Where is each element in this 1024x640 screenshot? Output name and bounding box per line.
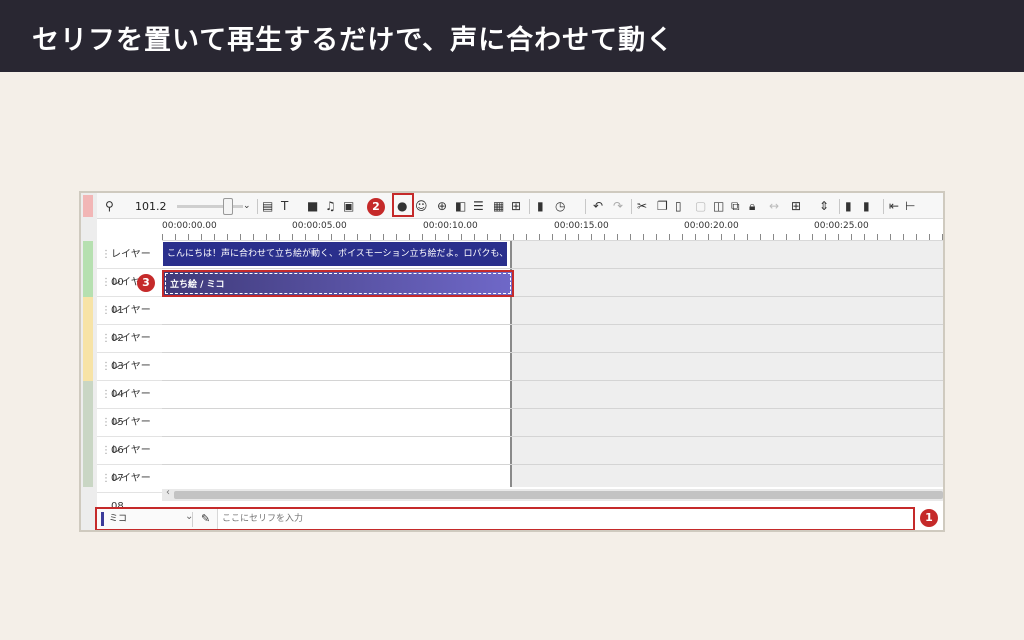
link-icon: ↔ <box>769 199 780 213</box>
toolbar-separator <box>585 199 586 214</box>
zoom-value: 101.2 <box>135 200 167 213</box>
track-divider <box>162 464 943 465</box>
table-icon[interactable]: ⊞ <box>791 198 801 214</box>
layer-label[interactable]: レイヤー 06 <box>97 409 162 456</box>
track-divider <box>162 324 943 325</box>
music-icon[interactable]: ♫ <box>325 198 336 214</box>
track-divider <box>162 380 943 381</box>
chevron-down-icon[interactable]: ⌄ <box>243 198 251 214</box>
slide-title: セリフを置いて再生するだけで、声に合わせて動く <box>32 25 675 56</box>
split-icon[interactable]: ◫ <box>713 198 724 214</box>
scrollbar-thumb[interactable] <box>174 491 943 499</box>
strip-segment <box>83 241 93 297</box>
chevron-down-icon[interactable]: ⌄ <box>185 511 193 522</box>
ruler-label: 00:00:25.00 <box>814 221 869 231</box>
video-icon[interactable]: ■ <box>307 198 318 214</box>
layer-label[interactable]: レイヤー 05 <box>97 381 162 428</box>
toolbar-separator <box>631 199 632 214</box>
toolbar-separator <box>839 199 840 214</box>
strip-segment <box>83 297 93 381</box>
grid-icon[interactable]: ⊞ <box>511 198 521 214</box>
expand-icon[interactable]: ⊢ <box>905 198 915 214</box>
paste-icon[interactable]: ▯ <box>675 198 682 214</box>
callout-one: 1 <box>920 509 938 527</box>
ruler-label: 00:00:15.00 <box>554 221 609 231</box>
horizontal-scrollbar[interactable]: ‹ <box>162 487 943 501</box>
toolbar-separator <box>529 199 530 214</box>
timeline-tracks[interactable]: こんにちは！声に合わせて立ち絵が動く、ボイスモーション立ち絵だよ。ロパクも、まば… <box>162 241 943 487</box>
comment-icon[interactable]: ▤ <box>262 198 273 214</box>
toolbar-separator <box>883 199 884 214</box>
copy-icon[interactable]: ❐ <box>657 198 668 214</box>
layer-label[interactable]: レイヤー 03 <box>97 325 162 372</box>
track-divider <box>162 352 943 353</box>
character-clip[interactable]: 立ち絵 / ミコ <box>162 270 514 297</box>
add-icon[interactable]: ⊕ <box>437 198 447 214</box>
ruler-label: 00:00:20.00 <box>684 221 739 231</box>
character-color-swatch <box>101 512 104 526</box>
timeline-toolbar: ⚲ 101.2 ⌄ ▤ T ■ ♫ ▣ ● ☺ ⊕ ◧ ☰ ▦ ⊞ ▮ ◷ ↶ … <box>97 193 943 219</box>
ruler-label: 00:00:00.00 <box>162 221 217 231</box>
cut-icon[interactable]: ✂ <box>637 198 647 214</box>
voice-settings-icon[interactable]: ✎ <box>201 512 210 525</box>
toolbar-separator <box>257 199 258 214</box>
zoom-icon[interactable]: ⚲ <box>105 198 114 214</box>
voice-line-clip[interactable]: こんにちは！声に合わせて立ち絵が動く、ボイスモーション立ち絵だよ。ロパクも、まば… <box>163 242 507 266</box>
list-icon[interactable]: ☰ <box>473 198 484 214</box>
layer-label[interactable]: レイヤー 02 <box>97 297 162 344</box>
chevron-left-icon[interactable]: ‹ <box>166 487 170 498</box>
ruler-label: 00:00:05.00 <box>292 221 347 231</box>
panel-icon[interactable]: ◧ <box>455 198 466 214</box>
highlight-character-button <box>392 193 414 217</box>
layer-label[interactable]: レイヤー 07 <box>97 437 162 484</box>
gallery-icon[interactable]: ▦ <box>493 198 504 214</box>
emoji-icon[interactable]: ☺ <box>415 198 428 214</box>
delete-icon[interactable]: ▮ <box>845 198 852 214</box>
callout-three: 3 <box>137 274 155 292</box>
redo-icon: ↷ <box>613 199 624 213</box>
editor-screenshot: ⚲ 101.2 ⌄ ▤ T ■ ♫ ▣ ● ☺ ⊕ ◧ ☰ ▦ ⊞ ▮ ◷ ↶ … <box>79 191 945 532</box>
track-divider <box>162 436 943 437</box>
character-select[interactable]: ミコ <box>109 512 193 527</box>
timeline-ruler[interactable]: 00:00:00.00 00:00:05.00 00:00:10.00 00:0… <box>162 219 943 241</box>
ruler-ticks <box>162 234 943 240</box>
undo-icon[interactable]: ↶ <box>593 198 603 214</box>
track-divider <box>162 268 943 269</box>
zoom-slider-thumb[interactable] <box>223 198 233 215</box>
layer-label[interactable]: レイヤー 08 <box>97 465 162 512</box>
track-divider <box>162 408 943 409</box>
collapse-icon[interactable]: ⇤ <box>889 198 899 214</box>
line-text-input[interactable] <box>217 509 913 529</box>
ruler-label: 00:00:10.00 <box>423 221 478 231</box>
clock-icon[interactable]: ◷ <box>555 198 565 214</box>
layer-label[interactable]: レイヤー 00 <box>97 241 162 288</box>
callout-two: 2 <box>367 198 385 216</box>
strip-segment <box>83 195 93 217</box>
align-icon[interactable]: ⇕ <box>819 198 829 214</box>
image-icon[interactable]: ▣ <box>343 198 354 214</box>
layer-color-strip <box>81 193 97 530</box>
line-input-bar: ミコ ⌄ ✎ <box>95 507 915 530</box>
zoom-slider[interactable] <box>177 205 243 208</box>
lock-icon[interactable]: 🔒︎ <box>749 198 755 214</box>
save-icon[interactable]: ▮ <box>537 198 544 214</box>
group-icon[interactable]: ⧉ <box>731 198 740 214</box>
layer-label[interactable]: レイヤー 04 <box>97 353 162 400</box>
text-icon[interactable]: T <box>281 198 288 214</box>
strip-segment <box>83 381 93 487</box>
clipboard-icon: ▢ <box>695 199 707 213</box>
slide-header: セリフを置いて再生するだけで、声に合わせて動く <box>0 0 1024 72</box>
delete-all-icon[interactable]: ▮ <box>863 198 870 214</box>
